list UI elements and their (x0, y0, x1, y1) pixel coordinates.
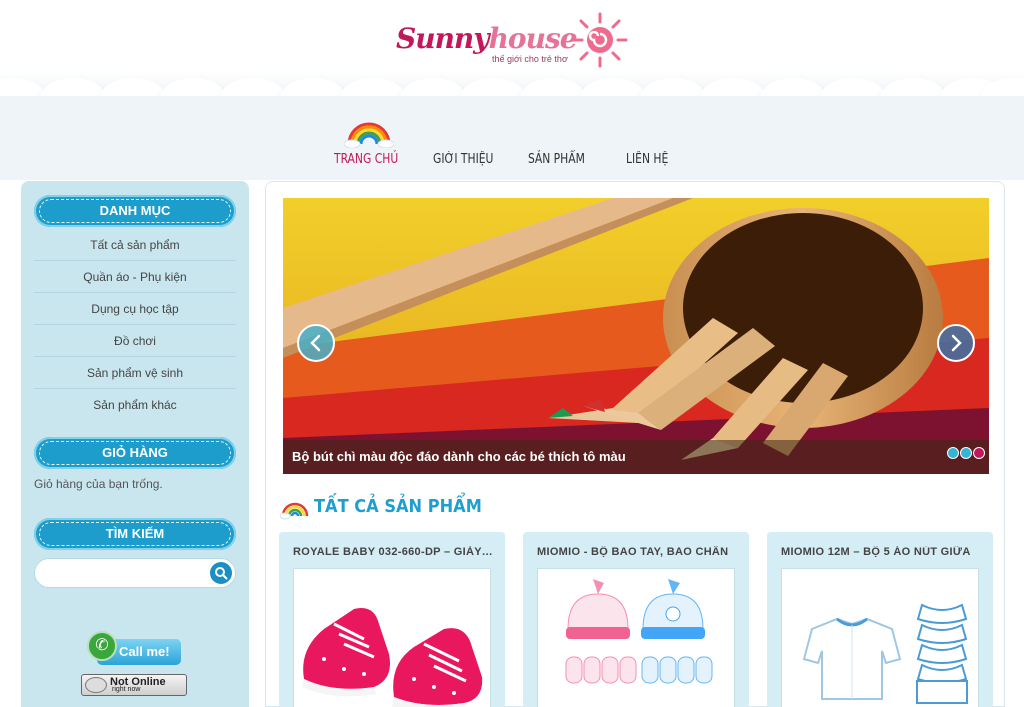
cart-title: GIỎ HÀNG (34, 437, 236, 469)
sun-icon (572, 12, 628, 68)
product-image[interactable] (781, 568, 979, 707)
search-button[interactable] (210, 562, 232, 584)
product-name[interactable]: MIOMIO - BỘ BAO TAY, BAO CHÂN (537, 546, 737, 558)
chat-status-icon (85, 677, 107, 693)
slider-dot-2[interactable] (960, 447, 972, 459)
chevron-left-icon (310, 334, 321, 352)
header: Sunnyhouse thế giới cho trẻ thơ TRANG CH… (0, 0, 1024, 180)
shoes-image (302, 608, 483, 707)
slider-prev-button[interactable] (297, 324, 335, 362)
search-box (34, 558, 236, 588)
product-name[interactable]: MIOMIO 12M – BỘ 5 ÁO NÚT GIỮA (781, 546, 981, 558)
category-item-school[interactable]: Dụng cụ học tập (34, 293, 236, 325)
phone-icon: ✆ (87, 631, 117, 661)
banner-image (283, 198, 989, 474)
slider-dot-1[interactable] (947, 447, 959, 459)
sidebar: DANH MỤC Tất cả sản phẩm Quần áo - Phụ k… (21, 181, 249, 707)
banner-slider: Bộ bút chì màu độc đáo dành cho các bé t… (283, 198, 989, 474)
site-logo[interactable]: Sunnyhouse thế giới cho trẻ thơ (396, 12, 636, 68)
logo-tagline: thế giới cho trẻ thơ (492, 54, 568, 64)
online-status-badge[interactable]: Not Online right now (81, 674, 187, 696)
product-name[interactable]: ROYALE BABY 032-660-DP – GIÀY TẬP ĐI (293, 546, 493, 558)
product-image[interactable] (293, 568, 491, 707)
categories-title: DANH MỤC (34, 195, 236, 227)
search-title: TÌM KIẾM (34, 518, 236, 550)
category-item-all[interactable]: Tất cả sản phẩm (34, 229, 236, 261)
nav-home[interactable]: TRANG CHỦ (334, 152, 398, 167)
slider-dot-3[interactable] (973, 447, 985, 459)
main-content: Bộ bút chì màu độc đáo dành cho các bé t… (265, 181, 1005, 707)
mittens-image (565, 579, 713, 684)
logo-house: house (488, 22, 578, 55)
category-item-toys[interactable]: Đồ chơi (34, 325, 236, 357)
main-nav: TRANG CHỦ GIỚI THIỆU SẢN PHẨM LIÊN HỆ (320, 120, 700, 180)
product-image[interactable] (537, 568, 735, 707)
logo-sunny: Sunny (396, 22, 490, 55)
nav-about[interactable]: GIỚI THIỆU (433, 152, 493, 167)
category-list: Tất cả sản phẩm Quần áo - Phụ kiện Dụng … (34, 229, 236, 421)
call-me-button[interactable]: Call me! ✆ (87, 631, 183, 667)
shirts-image (802, 603, 968, 704)
search-icon (215, 567, 228, 580)
status-sub-text: right now (112, 686, 141, 693)
section-title: TẤT CẢ SẢN PHẨM (314, 496, 482, 517)
search-input[interactable] (45, 559, 210, 587)
category-item-other[interactable]: Sản phẩm khác (34, 389, 236, 421)
product-card[interactable]: MIOMIO 12M – BỘ 5 ÁO NÚT GIỮA (767, 532, 993, 707)
nav-products[interactable]: SẢN PHẨM (528, 152, 585, 167)
nav-contact[interactable]: LIÊN HỆ (626, 152, 668, 167)
category-item-hygiene[interactable]: Sản phẩm vệ sinh (34, 357, 236, 389)
slider-caption: Bộ bút chì màu độc đáo dành cho các bé t… (283, 440, 989, 474)
rainbow-icon (280, 502, 309, 520)
slider-next-button[interactable] (937, 324, 975, 362)
logo-text: Sunnyhouse (396, 22, 578, 55)
slider-dots (946, 446, 985, 464)
rainbow-icon (344, 122, 394, 148)
category-item-clothes[interactable]: Quần áo - Phụ kiện (34, 261, 236, 293)
product-card[interactable]: ROYALE BABY 032-660-DP – GIÀY TẬP ĐI (279, 532, 505, 707)
product-card[interactable]: MIOMIO - BỘ BAO TAY, BAO CHÂN (523, 532, 749, 707)
chevron-right-icon (951, 334, 962, 352)
cart-empty-text: Giỏ hàng của bạn trống. (34, 477, 163, 491)
